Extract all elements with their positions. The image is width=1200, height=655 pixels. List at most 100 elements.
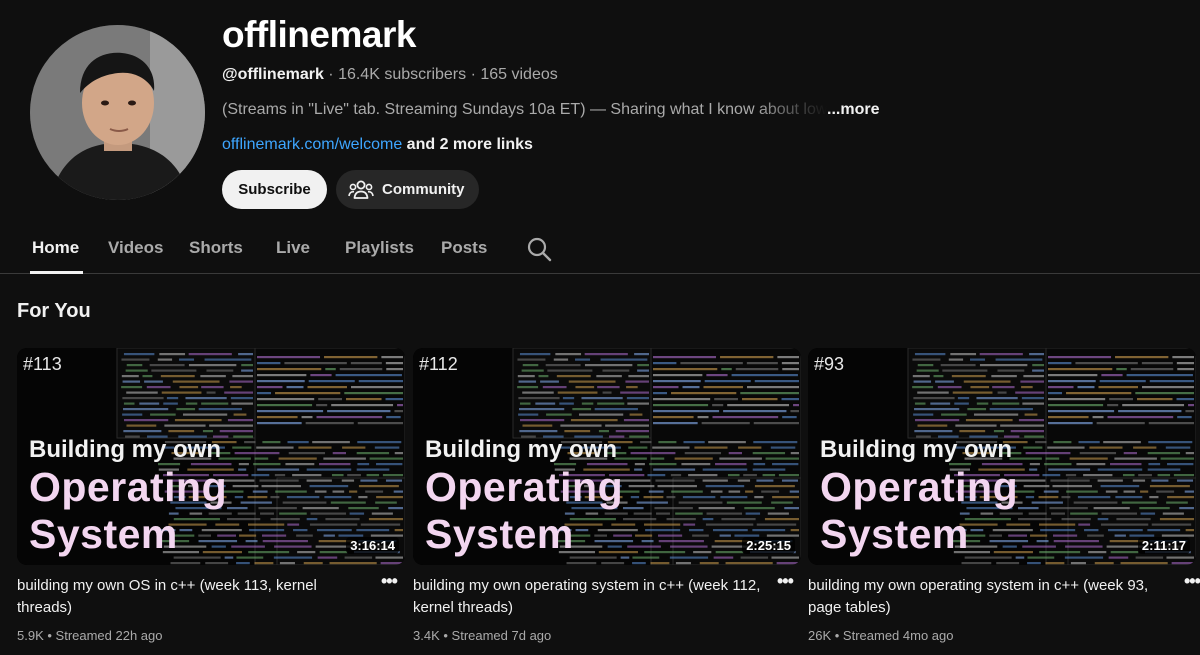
channel-avatar[interactable]	[30, 25, 205, 200]
channel-description[interactable]: (Streams in "Live" tab. Streaming Sunday…	[222, 101, 879, 119]
terminal-texture	[706, 374, 728, 377]
terminal-texture	[1048, 374, 1098, 377]
terminal-texture	[756, 523, 797, 526]
description-more-link[interactable]: ...more	[827, 101, 879, 118]
terminal-texture	[394, 529, 403, 532]
terminal-texture	[683, 441, 705, 444]
terminal-texture	[341, 479, 355, 482]
terminal-texture	[350, 386, 403, 389]
terminal-texture	[782, 416, 797, 419]
terminal-texture	[600, 358, 648, 361]
tab-shorts[interactable]: Shorts	[189, 238, 243, 258]
video-card[interactable]: #113 Building my own Operating System 3:…	[17, 348, 405, 643]
video-title[interactable]: building my own operating system in c++ …	[808, 575, 1168, 619]
terminal-texture	[1123, 490, 1136, 493]
video-duration: 2:25:15	[742, 537, 795, 554]
terminal-texture	[1076, 463, 1106, 466]
terminal-texture	[688, 474, 718, 477]
video-card[interactable]: #112 Building my own Operating System 2:…	[413, 348, 801, 643]
terminal-texture	[257, 380, 305, 383]
terminal-texture	[227, 419, 253, 422]
video-duration: 2:11:17	[1137, 537, 1190, 554]
terminal-texture	[628, 446, 648, 449]
terminal-texture	[1022, 402, 1044, 405]
terminal-texture	[394, 410, 403, 413]
active-tab-indicator	[30, 271, 83, 274]
more-options-icon[interactable]: •••	[1184, 571, 1200, 592]
terminal-texture	[344, 392, 403, 395]
terminal-texture	[1147, 468, 1181, 471]
terminal-texture	[310, 512, 347, 515]
terminal-texture	[257, 468, 300, 471]
terminal-texture	[658, 540, 704, 543]
terminal-texture	[1177, 368, 1194, 371]
tab-posts[interactable]: Posts	[441, 238, 487, 258]
terminal-texture	[623, 419, 649, 422]
streamed-time: Streamed 7d ago	[451, 628, 552, 643]
terminal-texture	[1092, 416, 1104, 419]
search-icon[interactable]	[526, 236, 552, 262]
tab-live[interactable]: Live	[276, 238, 310, 258]
terminal-texture	[744, 507, 775, 510]
terminal-texture	[1028, 512, 1047, 515]
terminal-texture	[653, 374, 703, 377]
terminal-texture	[261, 534, 287, 537]
terminal-texture	[1151, 479, 1169, 482]
tab-playlists[interactable]: Playlists	[345, 238, 414, 258]
terminal-texture	[772, 496, 799, 499]
terminal-texture	[764, 518, 799, 521]
terminal-texture	[570, 419, 618, 422]
more-options-icon[interactable]: •••	[381, 571, 398, 592]
terminal-texture	[185, 402, 198, 405]
more-options-icon[interactable]: •••	[777, 571, 794, 592]
terminal-texture	[1157, 474, 1171, 477]
subscribe-button[interactable]: Subscribe	[222, 170, 327, 209]
terminal-texture	[1105, 490, 1118, 493]
terminal-texture	[1123, 452, 1138, 455]
terminal-texture	[226, 507, 248, 510]
channel-link[interactable]: offlinemark.com/welcome	[222, 136, 402, 153]
terminal-texture	[1107, 416, 1174, 419]
terminal-texture	[995, 358, 1043, 361]
video-title[interactable]: building my own operating system in c++ …	[413, 575, 763, 619]
terminal-texture	[1108, 556, 1129, 559]
terminal-texture	[1171, 562, 1194, 565]
terminal-texture	[1165, 446, 1191, 449]
terminal-texture	[670, 545, 708, 548]
terminal-texture	[1048, 386, 1074, 389]
terminal-texture	[1173, 474, 1194, 477]
video-title[interactable]: building my own OS in c++ (week 113, ker…	[17, 575, 367, 619]
terminal-texture	[270, 518, 300, 521]
video-thumbnail[interactable]: #113 Building my own Operating System 3:…	[17, 348, 405, 565]
video-thumbnail[interactable]: #93 Building my own Operating System 2:1…	[808, 348, 1196, 565]
terminal-texture	[935, 380, 954, 383]
terminal-texture	[122, 380, 141, 383]
terminal-texture	[629, 435, 649, 438]
terminal-texture	[238, 463, 249, 466]
video-card[interactable]: #93 Building my own Operating System 2:1…	[808, 348, 1200, 643]
terminal-texture	[297, 551, 316, 554]
more-links[interactable]: and 2 more links	[407, 136, 533, 153]
terminal-texture	[257, 356, 321, 359]
terminal-texture	[347, 474, 361, 477]
community-button[interactable]: Community	[336, 170, 479, 209]
terminal-texture	[125, 369, 148, 372]
terminal-texture	[581, 397, 623, 400]
video-thumbnail[interactable]: #112 Building my own Operating System 2:…	[413, 348, 801, 565]
terminal-texture	[682, 386, 700, 389]
terminal-texture	[316, 529, 352, 532]
terminal-texture	[916, 369, 939, 372]
terminal-texture	[1156, 490, 1175, 493]
terminal-texture	[989, 408, 1033, 411]
terminal-texture	[653, 368, 718, 371]
tab-home[interactable]: Home	[32, 238, 79, 258]
terminal-texture	[996, 562, 1020, 565]
terminal-texture	[1027, 562, 1041, 565]
terminal-texture	[316, 416, 383, 419]
terminal-texture	[319, 551, 348, 554]
tab-videos[interactable]: Videos	[108, 238, 163, 258]
terminal-texture	[789, 490, 799, 493]
terminal-texture	[1009, 457, 1042, 460]
terminal-texture	[161, 391, 202, 394]
terminal-texture	[598, 551, 638, 554]
